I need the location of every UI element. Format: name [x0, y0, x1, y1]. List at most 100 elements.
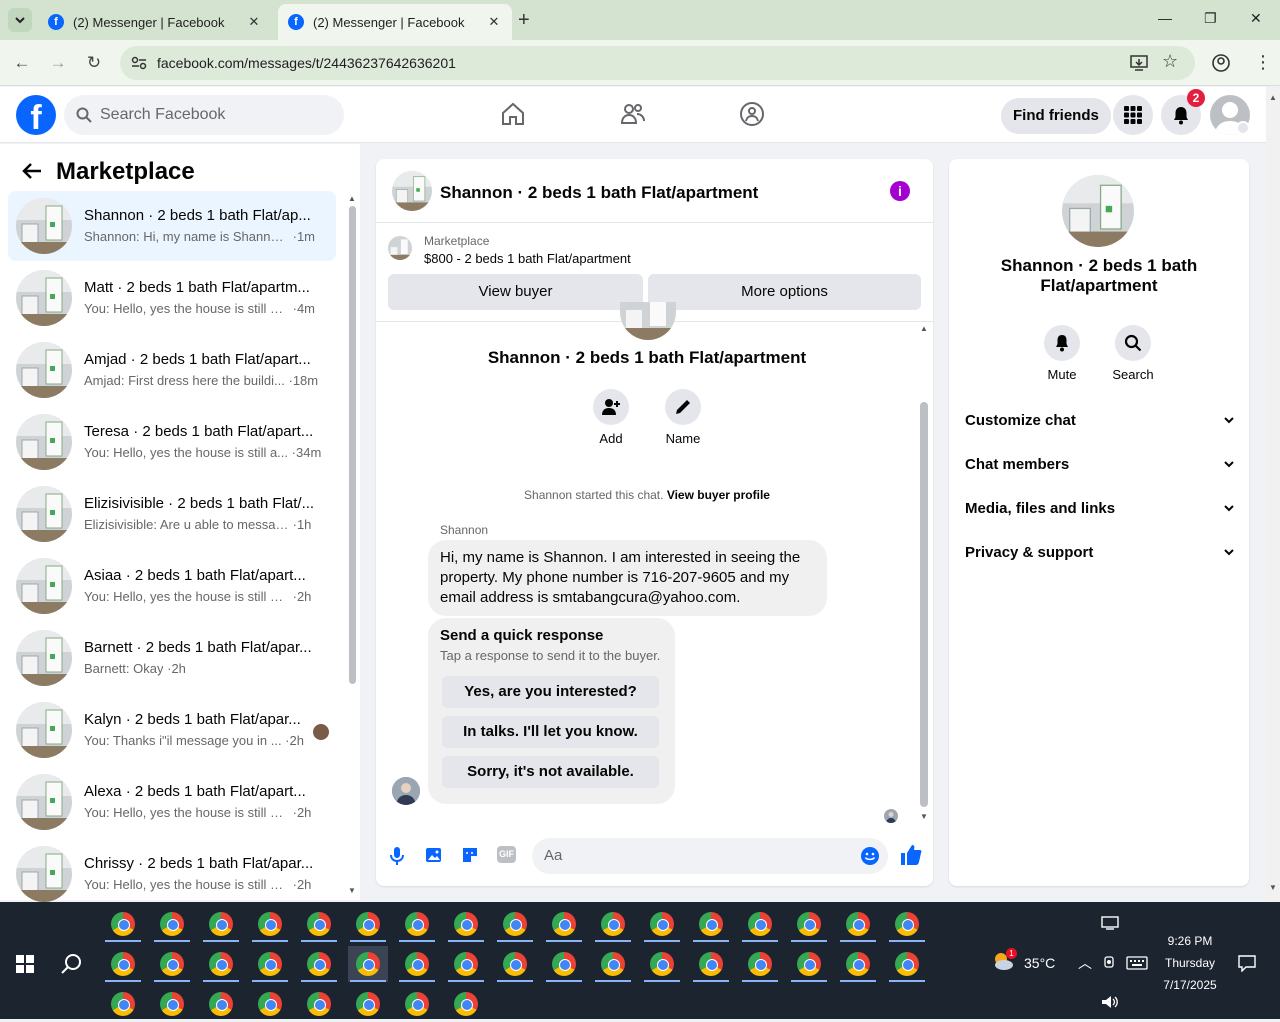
- account-chevron-icon[interactable]: [1236, 121, 1250, 135]
- info-icon[interactable]: i: [890, 181, 910, 201]
- view-buyer-button[interactable]: View buyer: [388, 274, 643, 310]
- taskbar-app-chrome[interactable]: [152, 986, 192, 1022]
- conversation-item[interactable]: Matt · 2 beds 1 bath Flat/apartm... You: …: [8, 263, 336, 333]
- url-field[interactable]: facebook.com/messages/t/2443623764263620…: [120, 46, 1195, 80]
- minimize-icon[interactable]: —: [1158, 10, 1172, 26]
- taskbar-app-chrome[interactable]: [152, 906, 192, 942]
- contact-avatar[interactable]: [1062, 175, 1134, 247]
- conversation-item[interactable]: Teresa · 2 beds 1 bath Flat/apart... You:…: [8, 407, 336, 477]
- taskbar-app-snipping-tool[interactable]: [103, 906, 143, 942]
- new-tab-icon[interactable]: +: [518, 8, 530, 32]
- photo-icon[interactable]: [425, 846, 443, 864]
- taskbar-app-chrome[interactable]: [789, 906, 829, 942]
- scrollbar-thumb[interactable]: [920, 402, 928, 807]
- taskbar-search-icon[interactable]: [61, 953, 83, 975]
- emoji-icon[interactable]: [860, 846, 880, 866]
- scrollbar-thumb[interactable]: [349, 206, 356, 684]
- quick-response-button[interactable]: Sorry, it's not available.: [442, 756, 659, 788]
- sticker-icon[interactable]: [461, 846, 479, 864]
- home-icon[interactable]: [500, 101, 526, 127]
- taskbar-app-chrome[interactable]: [250, 946, 290, 982]
- taskbar-app-chrome[interactable]: [446, 906, 486, 942]
- groups-icon[interactable]: [739, 101, 765, 127]
- add-button[interactable]: Add: [581, 389, 641, 446]
- taskbar-app-chrome[interactable]: [348, 946, 388, 982]
- browser-menu-icon[interactable]: ⋮: [1254, 52, 1272, 72]
- clock-time[interactable]: 9:26 PM: [1160, 934, 1220, 948]
- taskbar-app-chrome[interactable]: [201, 986, 241, 1022]
- listing-title[interactable]: $800 - 2 beds 1 bath Flat/apartment: [424, 251, 631, 266]
- taskbar-app-chrome[interactable]: [740, 906, 780, 942]
- taskbar-app-chrome[interactable]: [397, 906, 437, 942]
- taskbar-app-chrome[interactable]: [495, 946, 535, 982]
- conversation-item[interactable]: Asiaa · 2 beds 1 bath Flat/apart... You: …: [8, 551, 336, 621]
- message-bubble[interactable]: Hi, my name is Shannon. I am interested …: [428, 540, 827, 616]
- close-tab-icon[interactable]: ✕: [246, 14, 262, 30]
- taskbar-app-chrome[interactable]: [544, 946, 584, 982]
- message-input[interactable]: Aa: [532, 838, 888, 874]
- taskbar-app-chrome[interactable]: [838, 906, 878, 942]
- chat-avatar[interactable]: [392, 171, 432, 211]
- clock-date[interactable]: 7/17/2025: [1160, 978, 1220, 992]
- conversation-item[interactable]: Amjad · 2 beds 1 bath Flat/apart... Amjad…: [8, 335, 336, 405]
- conversation-item[interactable]: Barnett · 2 beds 1 bath Flat/apar... Barn…: [8, 623, 336, 693]
- taskbar-app-chrome[interactable]: [642, 946, 682, 982]
- scroll-down-icon[interactable]: ▼: [920, 812, 928, 821]
- clock-day[interactable]: Thursday: [1160, 956, 1220, 970]
- microphone-icon[interactable]: [390, 846, 404, 866]
- conversation-list-scrollbar[interactable]: ▲ ▼: [346, 194, 358, 900]
- search-input[interactable]: Search Facebook: [64, 95, 344, 135]
- chevron-up-icon[interactable]: ︿: [1078, 953, 1092, 973]
- taskbar-app-chrome[interactable]: [348, 986, 388, 1022]
- taskbar-app-chrome[interactable]: [250, 906, 290, 942]
- taskbar-app-chrome[interactable]: [299, 906, 339, 942]
- taskbar-app-chrome[interactable]: [740, 946, 780, 982]
- scroll-up-icon[interactable]: ▲: [920, 324, 928, 333]
- tab-search-button[interactable]: [8, 8, 32, 32]
- like-thumb-icon[interactable]: [900, 844, 922, 866]
- meet-now-icon[interactable]: [1103, 955, 1117, 969]
- taskbar-app-chrome[interactable]: [887, 946, 927, 982]
- taskbar-app-chrome[interactable]: [544, 906, 584, 942]
- bookmark-star-icon[interactable]: ☆: [1162, 51, 1178, 72]
- scroll-up-icon[interactable]: ▲: [348, 194, 356, 203]
- taskbar-app-chrome[interactable]: [103, 946, 143, 982]
- site-settings-icon[interactable]: [131, 56, 147, 70]
- conversation-item[interactable]: Kalyn · 2 beds 1 bath Flat/apar... You: T…: [8, 695, 336, 765]
- back-arrow-icon[interactable]: [22, 162, 42, 180]
- quick-response-button[interactable]: Yes, are you interested?: [442, 676, 659, 708]
- conversation-item[interactable]: Elizisivisible · 2 beds 1 bath Flat/... E…: [8, 479, 336, 549]
- menu-grid-button[interactable]: [1113, 95, 1153, 135]
- taskbar-app-chrome[interactable]: [446, 986, 486, 1022]
- taskbar-app-chrome[interactable]: [201, 946, 241, 982]
- taskbar-app-chrome[interactable]: [691, 906, 731, 942]
- profile-icon[interactable]: [1212, 54, 1230, 72]
- find-friends-button[interactable]: Find friends: [1001, 98, 1111, 134]
- taskbar-app-chrome[interactable]: [789, 946, 829, 982]
- sender-avatar[interactable]: [392, 777, 420, 805]
- taskbar-app-chrome[interactable]: [593, 946, 633, 982]
- display-icon[interactable]: [1101, 916, 1119, 930]
- browser-tab-1[interactable]: f (2) Messenger | Facebook ✕: [38, 4, 272, 40]
- conversation-item[interactable]: Alexa · 2 beds 1 bath Flat/apart... You: …: [8, 767, 336, 837]
- view-buyer-profile-link[interactable]: View buyer profile: [667, 488, 770, 502]
- taskbar-app-chrome[interactable]: [348, 906, 388, 942]
- taskbar-app-chrome[interactable]: [691, 946, 731, 982]
- taskbar-app-chrome[interactable]: [250, 986, 290, 1022]
- back-icon[interactable]: ←: [12, 53, 32, 73]
- friends-icon[interactable]: [620, 101, 646, 127]
- listing-thumbnail[interactable]: [388, 236, 412, 260]
- chat-members-section[interactable]: Chat members: [965, 456, 1235, 480]
- close-window-icon[interactable]: ✕: [1250, 10, 1262, 27]
- temperature[interactable]: 35°C: [1024, 955, 1055, 971]
- conversation-item[interactable]: Shannon · 2 beds 1 bath Flat/ap... Shanno…: [8, 191, 336, 261]
- taskbar-app-chrome[interactable]: [397, 946, 437, 982]
- notification-center-icon[interactable]: [1238, 955, 1256, 972]
- taskbar-app-chrome[interactable]: [397, 986, 437, 1022]
- more-options-button[interactable]: More options: [648, 274, 921, 310]
- install-app-icon[interactable]: [1130, 54, 1148, 72]
- taskbar-app-chrome[interactable]: [838, 946, 878, 982]
- taskbar-app-chrome[interactable]: [201, 906, 241, 942]
- browser-tab-2[interactable]: f (2) Messenger | Facebook ✕: [278, 4, 512, 40]
- privacy-support-section[interactable]: Privacy & support: [965, 544, 1235, 568]
